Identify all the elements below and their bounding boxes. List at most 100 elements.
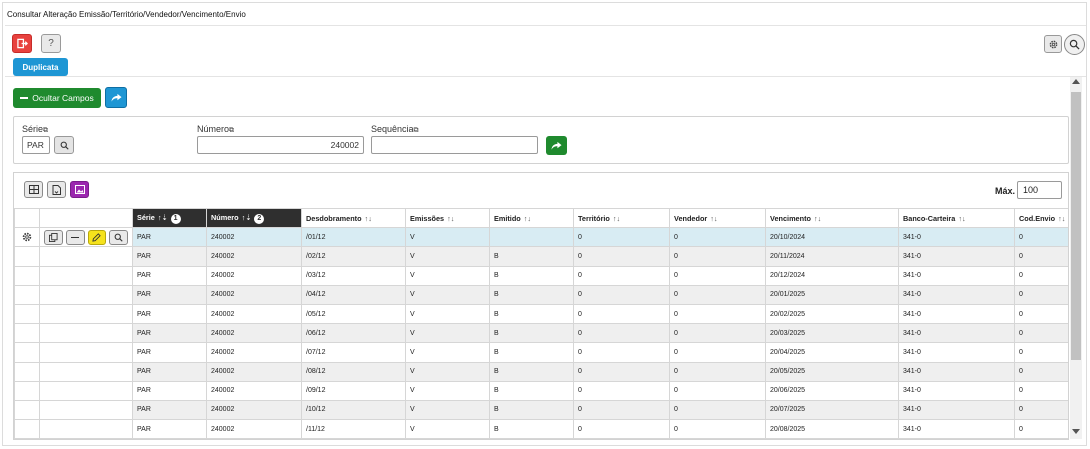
table-cell: 0 [669, 284, 766, 305]
exit-button[interactable] [12, 34, 32, 53]
table-cell: 20/05/2025 [765, 361, 899, 382]
table-cell: B [489, 361, 574, 382]
table-cell: 0 [1014, 246, 1068, 267]
table-cell: 0 [1014, 399, 1068, 421]
table-cell: 0 [669, 227, 766, 248]
column-header[interactable]: Vendedor ↑↓ [669, 207, 766, 229]
vertical-scrollbar[interactable] [1070, 77, 1082, 439]
scrollbar-thumb[interactable] [1071, 92, 1081, 360]
row-settings-cell[interactable] [14, 227, 40, 248]
table-cell: V [405, 246, 490, 267]
table-row[interactable]: PAR 240002/05/12 V B 0 0 20/02/2025 341-0 0 [14, 303, 1068, 325]
sort-icon[interactable]: ↑↓ [958, 214, 965, 223]
hide-fields-button[interactable]: Ocultar Campos [13, 88, 101, 108]
column-header-label: Banco-Carteira [903, 213, 956, 223]
grid-toolbar: Máx. 100 [14, 173, 1068, 207]
scroll-up-icon[interactable] [1072, 79, 1080, 84]
table-row[interactable]: PAR 240002/01/12 V 0 0 20/10/2024 341-0 0 [14, 227, 1068, 248]
table-row[interactable]: PAR 240002/11/12 V B 0 0 20/08/2025 341-0 0 [14, 419, 1068, 439]
table-cell: 0 [669, 380, 766, 401]
search-button[interactable] [1064, 34, 1085, 55]
table-cell: V [405, 323, 490, 344]
table-cell: 341-0 [898, 265, 1015, 286]
table-cell: PAR [132, 323, 207, 344]
column-header[interactable]: Vencimento ↑↓ [765, 207, 899, 229]
column-header-label: Vencimento [770, 213, 811, 223]
table-cell: 20/07/2025 [765, 399, 899, 421]
table-cell: 0 [573, 323, 670, 344]
column-header[interactable]: Cod.Envio ↑↓ [1014, 207, 1068, 229]
column-header[interactable]: Banco-Carteira ↑↓ [898, 207, 1015, 229]
table-row[interactable]: PAR 240002/09/12 V B 0 0 20/06/2025 341-0 0 [14, 380, 1068, 401]
sort-icon[interactable]: ↑↓ [524, 214, 531, 223]
apply-filter-button[interactable] [546, 136, 567, 155]
sort-icon[interactable]: ↑↓ [710, 214, 717, 223]
column-header-label: Cod.Envio [1019, 213, 1056, 223]
table-row[interactable]: PAR 240002/02/12 V B 0 0 20/11/2024 341-0 0 [14, 246, 1068, 267]
table-cell: B [489, 265, 574, 286]
table-row[interactable]: PAR 240002/10/12 V B 0 0 20/07/2025 341-0 0 [14, 399, 1068, 421]
serie-input[interactable]: PAR [22, 136, 50, 154]
serie-search-button[interactable] [54, 136, 74, 154]
numero-input[interactable]: 240002 [197, 136, 364, 154]
column-header[interactable]: Território ↑↓ [573, 207, 670, 229]
grid-layout-button[interactable] [24, 181, 43, 198]
row-settings-cell [14, 342, 40, 363]
sort-icon[interactable]: ↑↓ [814, 214, 821, 223]
scroll-down-icon[interactable] [1072, 429, 1080, 434]
table-header-row: Série ↑⇣ 1 Número ↑⇣ 2 Desdobramento ↑↓ Emissões… [14, 207, 1068, 229]
search-icon [1069, 39, 1080, 50]
table-cell: V [405, 342, 490, 363]
remove-row-button[interactable] [65, 229, 85, 245]
sort-order-badge: 2 [254, 213, 265, 224]
help-button[interactable]: ? [41, 34, 61, 53]
table-cell: 341-0 [898, 284, 1015, 305]
table-cell: 0 [1014, 284, 1068, 305]
sort-icon[interactable]: ↑↓ [365, 214, 372, 223]
table-cell: 0 [573, 303, 670, 325]
sort-icon[interactable]: ↑⇣ [158, 213, 168, 222]
image-export-button[interactable] [70, 181, 89, 198]
row-settings-cell [14, 284, 40, 305]
sequencia-input[interactable] [371, 136, 538, 154]
export-file-button[interactable] [47, 181, 66, 198]
column-header[interactable]: Emitido ↑↓ [489, 207, 574, 229]
settings-button[interactable] [1044, 35, 1062, 53]
column-header[interactable]: Série ↑⇣ 1 [132, 207, 207, 229]
table-cell [489, 227, 574, 248]
table-cell: V [405, 303, 490, 325]
table-cell: 341-0 [898, 399, 1015, 421]
column-header[interactable]: Desdobramento ↑↓ [301, 207, 406, 229]
max-label: Máx. [995, 186, 1016, 196]
share-button[interactable] [105, 87, 127, 108]
header-blank [14, 207, 40, 229]
table-row[interactable]: PAR 240002/08/12 V B 0 0 20/05/2025 341-0 0 [14, 361, 1068, 382]
sort-icon[interactable]: ↑↓ [613, 214, 620, 223]
sort-icon[interactable]: ↑↓ [1058, 214, 1065, 223]
table-cell: 0 [573, 361, 670, 382]
table-cell: PAR [132, 342, 207, 363]
gear-icon[interactable] [21, 231, 33, 243]
table-cell: 240002 [206, 265, 302, 286]
table-row[interactable]: PAR 240002/04/12 V B 0 0 20/01/2025 341-0 0 [14, 284, 1068, 305]
table-row[interactable]: PAR 240002/07/12 V B 0 0 20/04/2025 341-0 0 [14, 342, 1068, 363]
edit-row-button[interactable] [87, 229, 107, 245]
duplicate-button[interactable]: Duplicata [13, 58, 68, 76]
sort-icon[interactable]: ↑⇣ [242, 213, 252, 222]
row-settings-cell [14, 303, 40, 325]
table-row[interactable]: PAR 240002/03/12 V B 0 0 20/12/2024 341-0 0 [14, 265, 1068, 286]
table-cell: PAR [132, 284, 207, 305]
table-cell: 0 [1014, 419, 1068, 439]
view-row-button[interactable] [109, 229, 128, 245]
column-header[interactable]: Emissões ↑↓ [405, 207, 490, 229]
copy-row-button[interactable] [44, 229, 63, 245]
row-actions-cell [39, 323, 133, 344]
sort-icon[interactable]: ↑↓ [447, 214, 454, 223]
numero-label: Número⧉ [197, 124, 235, 134]
sort-order-badge: 1 [170, 213, 181, 224]
table-cell: 341-0 [898, 361, 1015, 382]
column-header[interactable]: Número ↑⇣ 2 [206, 207, 302, 229]
table-row[interactable]: PAR 240002/06/12 V B 0 0 20/03/2025 341-0 0 [14, 323, 1068, 344]
table-cell: 240002 [206, 380, 302, 401]
max-input[interactable]: 100 [1017, 181, 1062, 199]
